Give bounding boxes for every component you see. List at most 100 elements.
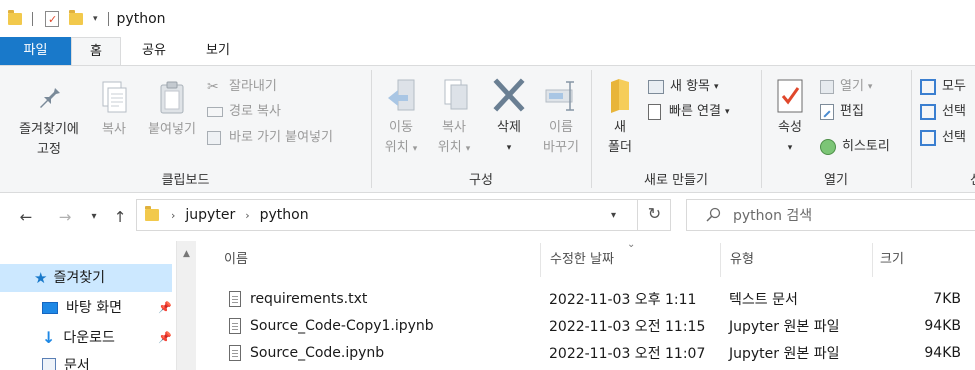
invert-selection-button[interactable]: 선택 [920,127,966,149]
rename-button[interactable]: 이름 바꾸기 [536,76,586,158]
rename-label-2: 바꾸기 [543,140,579,155]
pin-icon: 📌 [158,301,172,314]
history-button[interactable]: 히스토리 [820,136,890,158]
edit-button[interactable]: 편집 [820,101,864,123]
copy-to-button[interactable]: 복사 위치 ▾ [428,76,480,159]
new-folder-quick-icon[interactable] [69,9,83,25]
copy-path-button[interactable]: 경로 복사 [207,101,281,123]
paste-button[interactable]: 붙여넣기 [138,80,206,140]
properties-button[interactable]: 속성 ▾ [766,76,814,158]
paste-shortcut-button[interactable]: 바로 가기 붙여넣기 [207,127,333,149]
select-all-icon [920,79,936,95]
scroll-up-arrow-icon[interactable]: ▲ [177,249,196,259]
customize-quick-access-icon[interactable]: ▾ [93,14,98,24]
folder-icon [8,9,22,25]
breadcrumb-jupyter[interactable]: jupyter [185,207,235,223]
edit-label: 편집 [840,104,864,119]
select-group: 모두 선택 선택 선 [912,66,975,192]
file-list: ⌄ 이름 수정한 날짜 유형 크기 requirements.txt 2022-… [196,239,975,370]
nav-label: 문서 [64,358,90,370]
breadcrumb-python[interactable]: python [260,207,309,223]
address-bar[interactable]: › jupyter › python ▾ [136,199,671,231]
column-header-modified[interactable]: 수정한 날짜 [542,241,718,279]
new-folder-icon [611,79,629,113]
breadcrumb-chevron-icon[interactable]: › [245,209,249,222]
tab-view[interactable]: 보기 [192,37,244,65]
copy-button[interactable]: 복사 [92,80,136,140]
open-button[interactable]: 열기 ▾ [820,76,872,98]
invert-selection-icon [920,130,936,146]
file-type: Jupyter 원본 파일 [729,318,840,335]
file-row[interactable]: requirements.txt 2022-11-03 오후 1:11 텍스트 … [196,285,975,312]
nav-label: 다운로드 [63,330,115,346]
delete-button[interactable]: 삭제 ▾ [484,76,534,158]
open-label: 열기 [840,79,864,94]
open-icon [820,80,834,94]
clipboard-group-label: 클립보드 [161,173,210,188]
invert-selection-label: 선택 [942,130,966,145]
nav-label: 즐겨찾기 [53,270,105,286]
file-name: Source_Code.ipynb [250,344,385,361]
tab-home[interactable]: 홈 [71,37,121,66]
properties-dropdown-caret[interactable]: ▾ [766,138,814,158]
select-none-icon [920,104,936,120]
column-divider[interactable] [540,243,541,277]
new-item-icon [648,80,664,94]
nav-item-downloads[interactable]: ↓ 다운로드 📌 [0,324,172,352]
open-group: 속성 ▾ 열기 ▾ 편집 히스토리 열기 [762,66,910,192]
new-folder-button[interactable]: 새 폴더 [598,76,642,158]
recent-locations-chevron-icon[interactable]: ▾ [84,206,104,228]
back-arrow-icon[interactable]: ← [12,206,40,228]
up-arrow-icon[interactable]: ↑ [108,206,132,228]
window-title: python [116,10,166,27]
copy-to-icon [444,79,468,110]
file-type: Jupyter 원본 파일 [729,345,840,362]
column-header-type[interactable]: 유형 [722,241,870,279]
file-row[interactable]: Source_Code-Copy1.ipynb 2022-11-03 오전 11… [196,312,975,339]
address-history-chevron-icon[interactable]: ▾ [611,210,616,221]
breadcrumb-chevron-icon[interactable]: › [171,209,175,222]
easy-access-button[interactable]: 빠른 연결 ▾ [648,101,730,123]
copy-label: 복사 [102,122,126,137]
nav-item-desktop[interactable]: 바탕 화면 📌 [0,294,172,322]
column-header-name[interactable]: 이름 [216,241,538,279]
ribbon-tabs: 파일 홈 공유 보기 [0,37,975,66]
desktop-icon [42,302,58,314]
new-group-label: 새로 만들기 [644,173,708,188]
new-folder-label-2: 폴더 [608,140,632,155]
ribbon: 즐겨찾기에 고정 복사 붙여넣기 ✂ 잘라내기 경로 복사 바로 가기 붙여넣기… [0,65,975,193]
forward-arrow-icon[interactable]: → [52,206,78,228]
file-size: 94KB [924,317,961,334]
file-row[interactable]: Source_Code.ipynb 2022-11-03 오전 11:07 Ju… [196,339,975,366]
cut-button[interactable]: ✂ 잘라내기 [207,76,277,98]
divider [107,11,109,26]
move-to-button[interactable]: 이동 위치 ▾ [376,76,426,159]
delete-dropdown-caret[interactable]: ▾ [484,138,534,158]
notebook-file-icon [229,344,241,361]
copy-to-label-2: 위치 ▾ [437,140,471,155]
file-modified: 2022-11-03 오전 11:15 [549,318,706,335]
new-item-button[interactable]: 새 항목 ▾ [648,76,719,98]
pin-quick-access-button[interactable]: 즐겨찾기에 고정 [6,80,92,160]
nav-label: 바탕 화면 [66,300,122,316]
select-none-button[interactable]: 선택 [920,101,966,123]
nav-item-quick-access[interactable]: ★ 즐겨찾기 [0,264,172,292]
properties-quick-icon[interactable]: ✓ [45,10,59,27]
history-icon [820,139,836,155]
refresh-icon[interactable]: ↻ [637,199,671,231]
easy-access-label: 빠른 연결 [669,104,721,119]
new-item-label: 새 항목 [670,79,711,94]
column-header-size[interactable]: 크기 [872,241,972,279]
column-divider[interactable] [720,243,721,277]
select-all-button[interactable]: 모두 [920,76,966,98]
new-group: 새 폴더 새 항목 ▾ 빠른 연결 ▾ 새로 만들기 [592,66,760,192]
paste-label: 붙여넣기 [148,122,196,137]
nav-scrollbar[interactable]: ▲ [176,241,196,370]
nav-item-documents[interactable]: 문서 [0,352,172,370]
easy-access-caret: ▾ [724,107,730,117]
pin-label-line2: 고정 [37,142,61,157]
rename-icon [545,81,574,111]
tab-file[interactable]: 파일 [0,37,71,65]
tab-share[interactable]: 공유 [130,37,178,65]
search-box[interactable]: python 검색 [686,199,975,231]
